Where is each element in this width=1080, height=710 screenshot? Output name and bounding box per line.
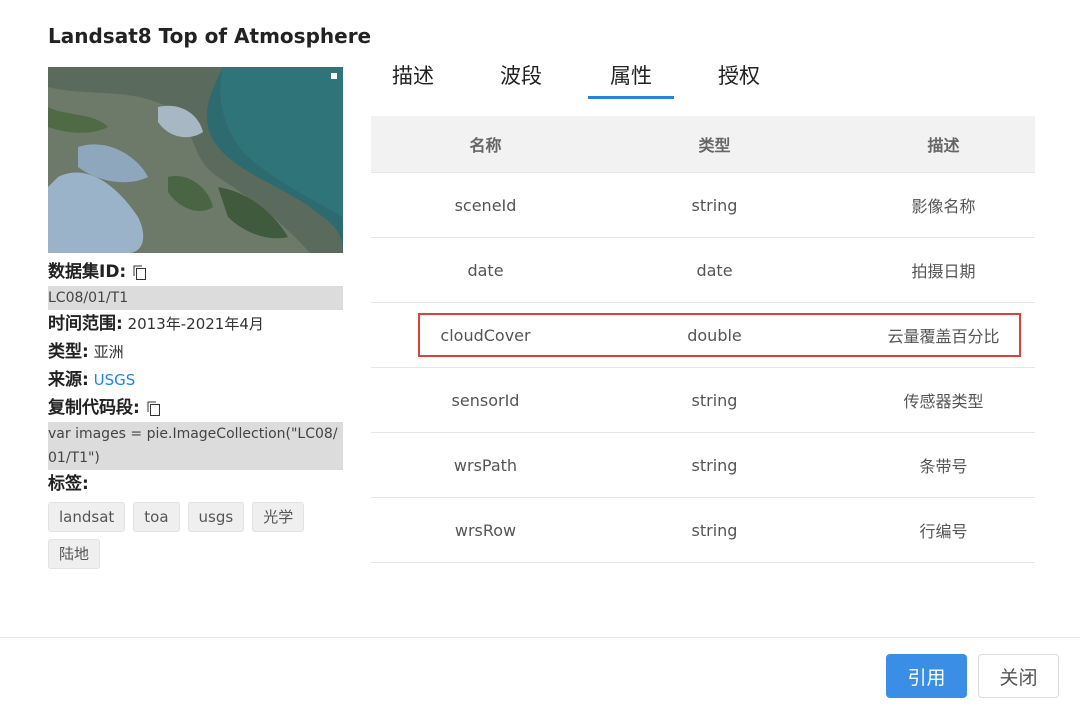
tab-bands[interactable]: 波段 xyxy=(500,58,542,96)
cell-name: sceneId xyxy=(454,195,517,215)
tag-item[interactable]: usgs xyxy=(187,502,245,532)
table-row: sceneId string 影像名称 xyxy=(371,173,1035,238)
cell-description: 云量覆盖百分比 xyxy=(887,327,1000,346)
source-label: 来源: xyxy=(48,370,89,390)
cell-name: sensorId xyxy=(451,390,520,410)
time-range-label: 时间范围: xyxy=(48,314,123,334)
cell-name: wrsRow xyxy=(454,520,517,540)
tab-properties[interactable]: 属性 xyxy=(588,58,674,99)
close-button[interactable]: 关闭 xyxy=(978,654,1059,698)
cite-button[interactable]: 引用 xyxy=(886,654,967,698)
table-row: wrsPath string 条带号 xyxy=(371,433,1035,498)
tab-description[interactable]: 描述 xyxy=(392,58,434,96)
table-row: date date 拍摄日期 xyxy=(371,238,1035,303)
tag-item[interactable]: landsat xyxy=(48,502,126,532)
copy-icon[interactable] xyxy=(133,261,147,280)
header-name: 名称 xyxy=(469,136,502,155)
table-header: 名称 类型 描述 xyxy=(371,116,1035,173)
tag-list: landsat toa usgs 光学 陆地 xyxy=(48,502,318,569)
cell-description: 拍摄日期 xyxy=(911,262,976,281)
cell-type: string xyxy=(691,195,738,215)
source-link[interactable]: USGS xyxy=(94,371,136,389)
dialog-title: Landsat8 Top of Atmosphere xyxy=(48,24,372,48)
dataset-id-value: LC08/01/T1 xyxy=(48,286,343,310)
cell-type: string xyxy=(691,455,738,475)
cell-name: cloudCover xyxy=(440,325,531,345)
tag-item[interactable]: toa xyxy=(133,502,180,532)
cell-description: 行编号 xyxy=(919,522,968,541)
cell-description: 传感器类型 xyxy=(903,392,984,411)
cell-name: wrsPath xyxy=(453,455,518,475)
tab-license[interactable]: 授权 xyxy=(718,58,760,96)
tab-bar: 描述 波段 属性 授权 xyxy=(372,58,1035,99)
table-row: wrsRow string 行编号 xyxy=(371,498,1035,563)
copy-icon[interactable] xyxy=(147,397,160,416)
tag-item[interactable]: 光学 xyxy=(252,502,305,532)
cell-type: double xyxy=(687,325,742,345)
cell-description: 影像名称 xyxy=(911,197,976,216)
type-label: 类型: xyxy=(48,342,89,362)
copy-code-label: 复制代码段: xyxy=(48,398,140,418)
header-description: 描述 xyxy=(927,136,960,155)
table-row: sensorId string 传感器类型 xyxy=(371,368,1035,433)
tags-label: 标签: xyxy=(48,474,89,494)
cell-name: date xyxy=(467,260,504,280)
dataset-thumbnail xyxy=(48,67,343,253)
dataset-id-label: 数据集ID: xyxy=(48,262,127,282)
properties-table: 名称 类型 描述 sceneId string 影像名称 date date 拍… xyxy=(371,116,1035,563)
cell-type: string xyxy=(691,390,738,410)
table-row-highlighted: cloudCover double 云量覆盖百分比 xyxy=(371,303,1035,368)
code-snippet: var images = pie.ImageCollection("LC08/0… xyxy=(48,422,343,470)
cell-description: 条带号 xyxy=(919,457,968,476)
header-type: 类型 xyxy=(698,136,731,155)
tag-item[interactable]: 陆地 xyxy=(48,539,101,569)
cell-type: date xyxy=(696,260,733,280)
type-value: 亚洲 xyxy=(93,343,124,361)
cell-type: string xyxy=(691,520,738,540)
footer-divider xyxy=(0,637,1080,638)
time-range-value: 2013年-2021年4月 xyxy=(127,315,264,333)
